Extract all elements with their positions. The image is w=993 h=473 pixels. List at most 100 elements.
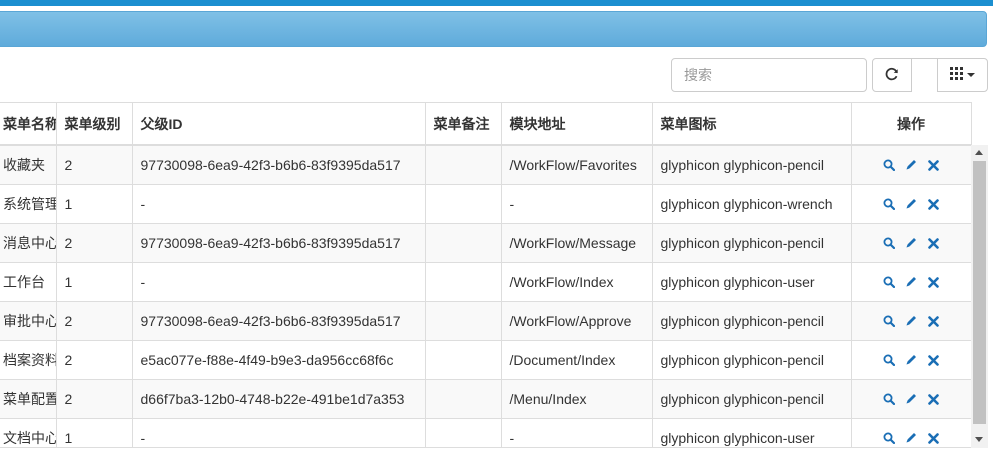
refresh-icon [885,67,899,84]
cell-remark [425,301,502,341]
view-icon[interactable] [883,158,896,174]
cell-remark [425,223,502,263]
column-header-url[interactable]: 模块地址 [501,103,653,146]
cell-menu-name: 系统管理 [0,184,57,224]
cell-remark [425,145,502,185]
search-input[interactable] [671,58,867,92]
cell-menu-icon: glyphicon glyphicon-user [652,262,852,302]
cell-actions [851,223,971,263]
table-row[interactable]: 审批中心 2 97730098-6ea9-42f3-b6b6-83f9395da51… [0,301,971,341]
delete-icon[interactable] [928,392,939,408]
cell-menu-level: 1 [56,262,133,302]
column-header-remark[interactable]: 菜单备注 [425,103,502,146]
table-row[interactable]: 系统管理 1- - glyphicon glyphicon-wrench [0,184,971,224]
cell-actions [851,418,971,447]
delete-icon[interactable] [928,314,939,330]
cell-module-url: /WorkFlow/Message [501,223,653,263]
cell-menu-name: 审批中心 [0,301,57,341]
toolbar-divider [911,58,938,70]
column-header-icon[interactable]: 菜单图标 [652,103,852,146]
edit-icon[interactable] [905,314,918,330]
cell-menu-name: 文档中心 [0,418,57,447]
cell-menu-level: 2 [56,379,133,419]
cell-module-url: /Menu/Index [501,379,653,419]
view-icon[interactable] [883,392,896,408]
table-row[interactable]: 收藏夹 2 97730098-6ea9-42f3-b6b6-83f9395da517… [0,145,971,185]
view-icon[interactable] [883,236,896,252]
edit-icon[interactable] [905,275,918,291]
cell-menu-level: 1 [56,418,133,447]
top-accent-bar [0,0,993,6]
column-header-level[interactable]: 菜单级别 [56,103,133,146]
refresh-button[interactable] [872,58,912,92]
table-header-row: 菜单名称 菜单级别 父级ID 菜单备注 模块地址 菜单图标 操作 [0,103,971,146]
delete-icon[interactable] [928,431,939,447]
table-row[interactable]: 菜单配置 2 d66f7ba3-12b0-4748-b22e-491be1d7a35… [0,379,971,419]
cell-parent-id: - [132,184,426,224]
view-icon[interactable] [883,353,896,369]
cell-parent-id: d66f7ba3-12b0-4748-b22e-491be1d7a353 [132,379,426,419]
cell-menu-icon: glyphicon glyphicon-pencil [652,379,852,419]
cell-menu-level: 2 [56,340,133,380]
cell-parent-id: - [132,262,426,302]
cell-module-url: /WorkFlow/Approve [501,301,653,341]
cell-menu-name: 收藏夹 [0,145,57,185]
delete-icon[interactable] [928,236,939,252]
view-icon[interactable] [883,314,896,330]
cell-menu-name: 菜单配置 [0,379,57,419]
cell-menu-level: 2 [56,145,133,185]
cell-actions [851,340,971,380]
edit-icon[interactable] [905,392,918,408]
edit-icon[interactable] [905,431,918,447]
grid-icon [950,67,963,83]
cell-actions [851,379,971,419]
table-row[interactable]: 文档中心 1- - glyphicon glyphicon-user [0,418,971,447]
scroll-down-icon[interactable] [975,437,983,442]
cell-menu-icon: glyphicon glyphicon-pencil [652,340,852,380]
edit-icon[interactable] [905,158,918,174]
view-icon[interactable] [883,275,896,291]
cell-menu-name: 工作台 [0,262,57,302]
cell-parent-id: 97730098-6ea9-42f3-b6b6-83f9395da517 [132,145,426,185]
edit-icon[interactable] [905,236,918,252]
scroll-up-icon[interactable] [975,150,983,155]
cell-parent-id: 97730098-6ea9-42f3-b6b6-83f9395da517 [132,223,426,263]
cell-menu-icon: glyphicon glyphicon-user [652,418,852,447]
menu-table: 菜单名称 菜单级别 父级ID 菜单备注 模块地址 菜单图标 操作 收藏夹 2 977… [0,102,972,448]
delete-icon[interactable] [928,353,939,369]
cell-menu-level: 2 [56,223,133,263]
delete-icon[interactable] [928,197,939,213]
cell-actions [851,184,971,224]
cell-menu-icon: glyphicon glyphicon-wrench [652,184,852,224]
view-icon[interactable] [883,431,896,447]
edit-icon[interactable] [905,197,918,213]
cell-actions [851,262,971,302]
column-header-name[interactable]: 菜单名称 [0,103,57,146]
cell-module-url: - [501,418,653,447]
cell-actions [851,301,971,341]
edit-icon[interactable] [905,353,918,369]
cell-module-url: /WorkFlow/Favorites [501,145,653,185]
table-row[interactable]: 消息中心 2 97730098-6ea9-42f3-b6b6-83f9395da51… [0,223,971,263]
delete-icon[interactable] [928,275,939,291]
cell-remark [425,340,502,380]
view-icon[interactable] [883,197,896,213]
vertical-scrollbar[interactable] [971,145,988,448]
cell-module-url: - [501,184,653,224]
cell-remark [425,379,502,419]
cell-remark [425,184,502,224]
table-row[interactable]: 档案资料 2 e5ac077e-f88e-4f49-b9e3-da956cc68f6… [0,340,971,380]
cell-menu-icon: glyphicon glyphicon-pencil [652,223,852,263]
cell-remark [425,262,502,302]
cell-parent-id: - [132,418,426,447]
cell-menu-level: 1 [56,184,133,224]
cell-parent-id: e5ac077e-f88e-4f49-b9e3-da956cc68f6c [132,340,426,380]
table-row[interactable]: 工作台 1- /WorkFlow/Index glyphicon glyphicon-… [0,262,971,302]
columns-toggle-button[interactable] [937,58,988,92]
column-header-parent-id[interactable]: 父级ID [132,103,426,146]
cell-menu-level: 2 [56,301,133,341]
scrollbar-thumb[interactable] [973,161,986,424]
cell-module-url: /WorkFlow/Index [501,262,653,302]
delete-icon[interactable] [928,158,939,174]
cell-module-url: /Document/Index [501,340,653,380]
